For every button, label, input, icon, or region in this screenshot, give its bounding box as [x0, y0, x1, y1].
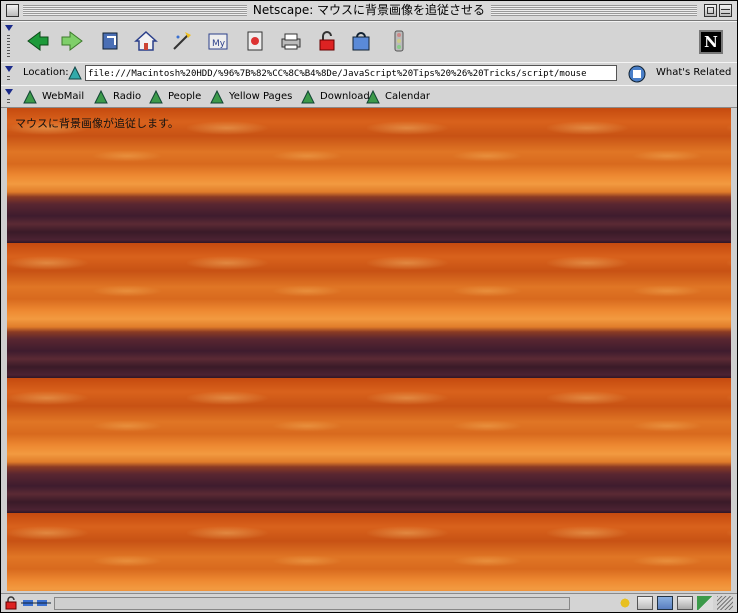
- progress-bar: [54, 597, 570, 610]
- bookmark-label: People: [168, 91, 202, 102]
- url-field[interactable]: file:///Macintosh%20HDD/%96%7B%82%CC%8C%…: [85, 65, 617, 81]
- toolbar-collapse-grip[interactable]: [1, 86, 17, 107]
- svg-text:My: My: [212, 39, 226, 49]
- navigation-toolbar: My N: [1, 21, 737, 63]
- bookmark-label: Calendar: [385, 91, 430, 102]
- bookmark-calendar[interactable]: Calendar: [366, 88, 430, 105]
- bookmark-label: Download: [320, 91, 370, 102]
- close-box[interactable]: [6, 4, 19, 17]
- bookmark-label: WebMail: [42, 91, 85, 102]
- print-button[interactable]: [278, 28, 304, 54]
- windowshade-box[interactable]: [719, 4, 732, 17]
- mail-icon[interactable]: [637, 596, 653, 610]
- forward-arrow-icon: [61, 31, 83, 51]
- bookmark-yellow-pages[interactable]: Yellow Pages: [210, 88, 292, 105]
- security-button[interactable]: [314, 28, 340, 54]
- status-bar: [1, 593, 737, 612]
- personal-toolbar: WebMail Radio People Yellow Pages Downlo…: [1, 85, 737, 108]
- zoom-box[interactable]: [704, 4, 717, 17]
- my-netscape-button[interactable]: My: [205, 28, 231, 54]
- bookmark-label: Yellow Pages: [229, 91, 293, 102]
- whats-related-icon[interactable]: [627, 64, 647, 84]
- discussion-icon[interactable]: [657, 596, 673, 610]
- bookmark-icon: [301, 89, 315, 103]
- back-arrow-icon: [27, 31, 49, 51]
- bookmark-label: Radio: [113, 91, 142, 102]
- toolbar-collapse-grip[interactable]: [1, 22, 17, 62]
- home-button[interactable]: [133, 28, 159, 54]
- location-toolbar: Location: file:///Macintosh%20HDD/%96%7B…: [1, 62, 737, 86]
- my-netscape-icon: My: [208, 33, 228, 50]
- print-icon: [281, 33, 301, 50]
- connection-plug-icon: [21, 600, 51, 606]
- bookmark-icon: [366, 89, 380, 103]
- window-title: Netscape: マウスに背景画像を追従させる: [246, 3, 492, 18]
- bookmark-icon: [94, 89, 108, 103]
- composer-icon[interactable]: [677, 596, 693, 610]
- toolbar-collapse-grip[interactable]: [1, 63, 17, 85]
- bookmark-people[interactable]: People: [149, 88, 201, 105]
- navigator-icon[interactable]: [617, 596, 633, 610]
- component-bar: [617, 596, 733, 610]
- browser-window: Netscape: マウスに背景画像を追従させる My N Location: …: [0, 0, 738, 613]
- netscape-logo[interactable]: N: [699, 30, 723, 54]
- resize-grip-icon[interactable]: [717, 596, 733, 610]
- title-bar[interactable]: Netscape: マウスに背景画像を追従させる: [1, 1, 737, 21]
- reload-button[interactable]: [98, 28, 124, 54]
- bookmark-radio[interactable]: Radio: [94, 88, 141, 105]
- page-proxy-icon[interactable]: [67, 65, 83, 81]
- back-button[interactable]: [25, 28, 51, 54]
- search-button[interactable]: [169, 28, 195, 54]
- stop-icon: [394, 30, 404, 52]
- images-button[interactable]: [242, 28, 268, 54]
- whats-related-label[interactable]: What's Related: [656, 67, 731, 78]
- security-lock-icon[interactable]: [4, 596, 18, 610]
- stop-button[interactable]: [386, 28, 412, 54]
- forward-button[interactable]: [59, 28, 85, 54]
- reload-icon: [102, 32, 118, 50]
- lock-icon: [319, 31, 335, 51]
- bookmark-icon: [23, 89, 37, 103]
- shop-button[interactable]: [348, 28, 374, 54]
- search-icon: [173, 32, 191, 50]
- bookmark-icon: [149, 89, 163, 103]
- bookmark-icon: [210, 89, 224, 103]
- progress-fill: [55, 598, 569, 609]
- bookmark-download[interactable]: Download: [301, 88, 370, 105]
- shop-icon: [352, 32, 370, 51]
- address-book-icon[interactable]: [697, 596, 713, 610]
- images-icon: [247, 31, 263, 51]
- home-icon: [134, 30, 158, 51]
- location-label: Location:: [23, 67, 69, 78]
- page-text: マウスに背景画像が追従します。: [15, 117, 179, 130]
- bookmark-webmail[interactable]: WebMail: [23, 88, 84, 105]
- page-content[interactable]: マウスに背景画像が追従します。: [7, 108, 731, 591]
